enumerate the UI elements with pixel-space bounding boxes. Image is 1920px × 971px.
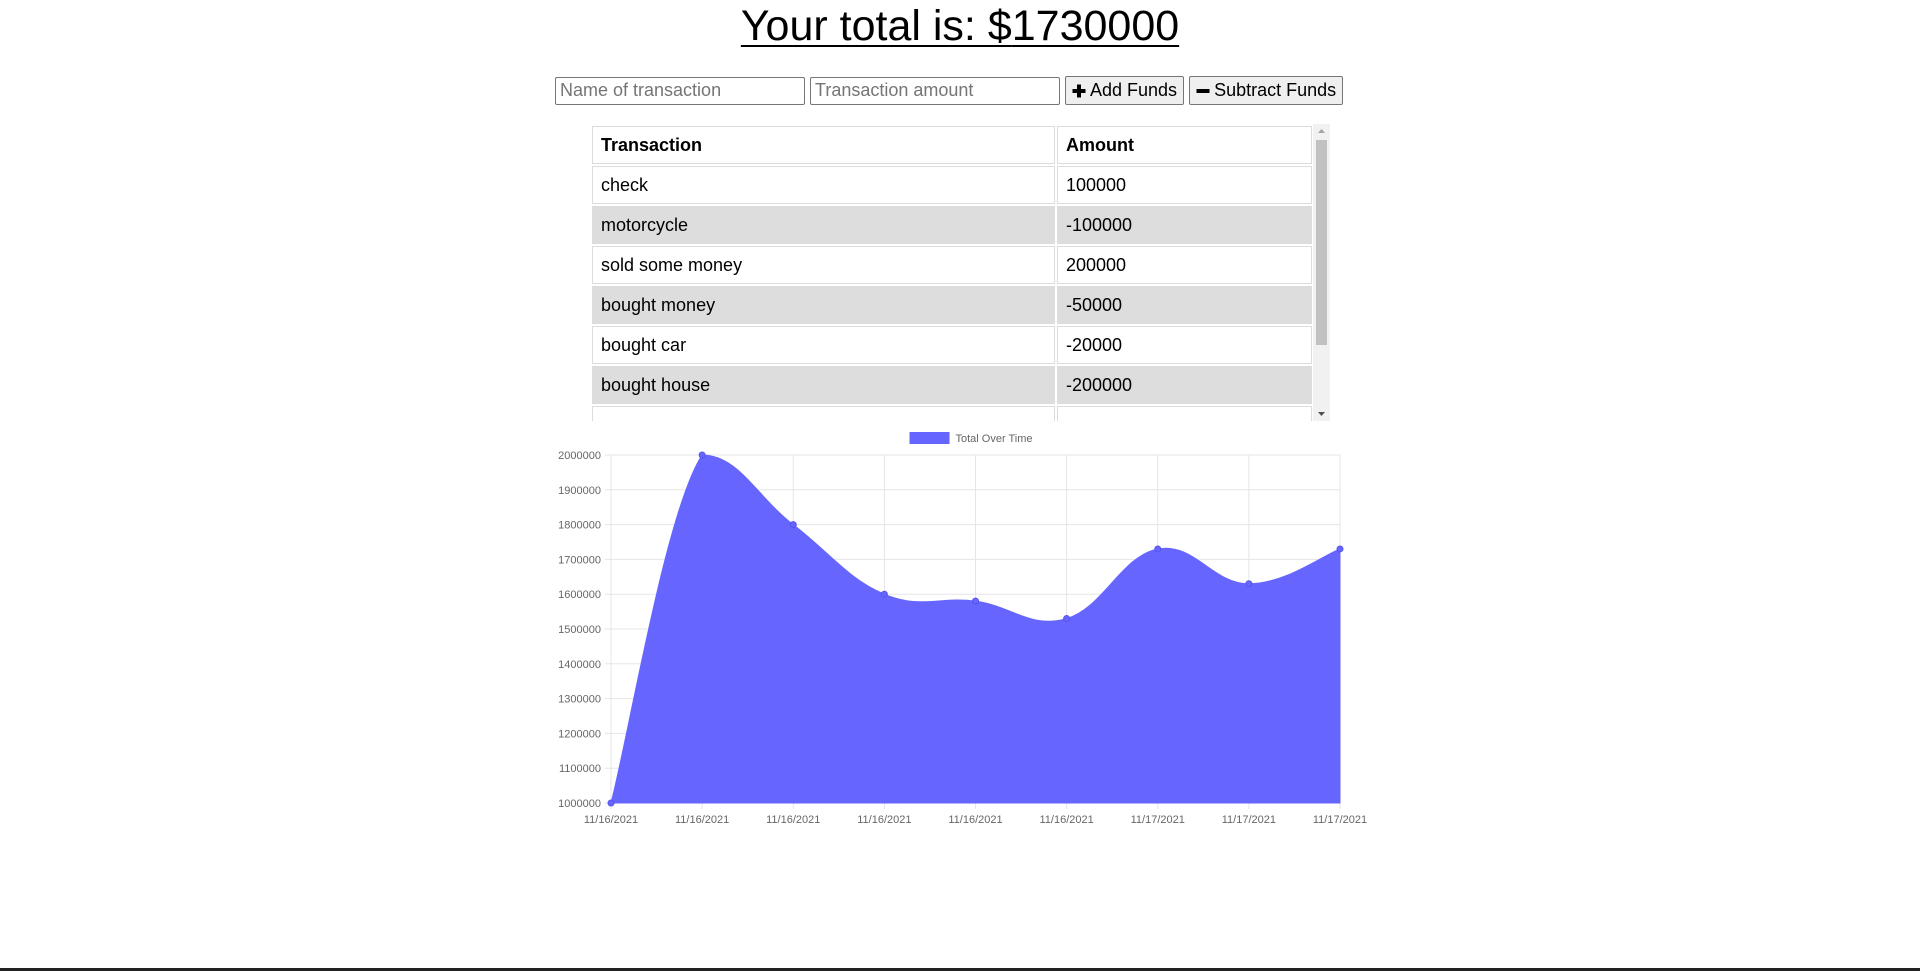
y-tick-label: 1800000 [558,520,601,532]
transactions-table: Transaction Amount check 100000 motorcyc… [590,124,1314,421]
chart-svg: Total Over Time 1000000 1100000 1200000 130… [558,432,1367,826]
y-tick-label: 1700000 [558,554,601,566]
total-label: Your total is: $ [740,2,1012,50]
plus-icon [1072,84,1086,97]
legend-swatch [909,432,950,444]
x-tick-label: 11/16/2021 [948,814,1002,826]
x-tick-label: 11/16/2021 [766,814,820,826]
transaction-amount-cell: -200000 [1057,366,1312,404]
add-funds-label: Add Funds [1090,80,1178,100]
data-point[interactable] [1336,545,1344,553]
column-header-transaction: Transaction [592,126,1055,164]
y-tick-label: 1900000 [558,485,601,497]
transaction-name-cell: check [592,166,1055,204]
transaction-amount-cell: -50000 [1057,286,1312,324]
x-tick-label: 11/16/2021 [1040,814,1094,826]
total-value: 1730000 [1011,2,1180,50]
transaction-name-cell: bought car [592,326,1055,364]
minus-icon [1196,88,1210,93]
transaction-amount-cell: -100000 [1057,206,1312,244]
y-tick-label: 1000000 [558,798,601,810]
transaction-name-cell: sold some money [592,246,1055,284]
x-tick-label: 11/16/2021 [584,814,638,826]
x-tick-label: 11/17/2021 [1313,814,1367,826]
transactions-table-container[interactable]: Transaction Amount check 100000 motorcyc… [590,124,1330,421]
total-heading: Your total is: $1730000 [0,2,1920,51]
transaction-form: Add Funds Subtract Funds [555,76,1344,105]
data-point[interactable] [1154,545,1162,553]
transaction-name-cell: motorcycle [592,206,1055,244]
y-tick-label: 1300000 [558,694,601,706]
data-point[interactable] [972,597,979,605]
subtract-funds-label: Subtract Funds [1214,80,1337,100]
x-tick-label: 11/16/2021 [857,814,911,826]
y-tick-label: 1600000 [558,589,601,601]
table-row: bought house -200000 [592,366,1312,404]
y-tick-label: 1500000 [558,624,601,636]
y-tick-label: 1100000 [559,763,601,775]
table-row: check 100000 [592,166,1312,204]
y-tick-label: 1200000 [558,728,601,740]
transaction-name-cell: bought house [592,366,1055,404]
table-row: bought money -50000 [592,286,1312,324]
add-funds-button[interactable]: Add Funds [1065,76,1185,105]
table-row [592,406,1312,421]
total-over-time-chart: Total Over Time 1000000 1100000 1200000 130… [540,425,1380,835]
transaction-amount-input[interactable] [810,76,1060,105]
scroll-up-arrow-icon[interactable] [1313,124,1330,138]
data-point[interactable] [1245,580,1253,588]
data-point[interactable] [1063,615,1071,623]
legend-label: Total Over Time [956,433,1033,445]
data-point[interactable] [789,521,797,529]
y-tick-label: 1400000 [558,659,601,671]
data-point[interactable] [607,799,615,807]
table-row: sold some money 200000 [592,246,1312,284]
scrollbar-thumb[interactable] [1316,140,1327,345]
table-row: motorcycle -100000 [592,206,1312,244]
table-scrollbar[interactable] [1313,124,1330,421]
transaction-amount-cell: -20000 [1057,326,1312,364]
transaction-amount-cell: 100000 [1057,166,1312,204]
transaction-name-cell [592,406,1055,421]
table-header-row: Transaction Amount [592,126,1312,164]
transaction-amount-cell: 200000 [1057,246,1312,284]
subtract-funds-button[interactable]: Subtract Funds [1189,76,1344,105]
page: Your total is: $1730000 Add Funds Subtra… [0,0,1920,971]
x-tick-label: 11/17/2021 [1222,814,1276,826]
x-tick-label: 11/17/2021 [1131,814,1185,826]
transaction-amount-cell [1057,406,1312,421]
table-row: bought car -20000 [592,326,1312,364]
data-point[interactable] [880,590,888,598]
column-header-amount: Amount [1057,126,1312,164]
scroll-down-arrow-icon[interactable] [1313,407,1330,421]
data-point[interactable] [698,451,706,459]
transaction-name-cell: bought money [592,286,1055,324]
y-tick-label: 2000000 [558,450,601,462]
transaction-name-input[interactable] [555,76,805,105]
x-tick-label: 11/16/2021 [675,814,729,826]
